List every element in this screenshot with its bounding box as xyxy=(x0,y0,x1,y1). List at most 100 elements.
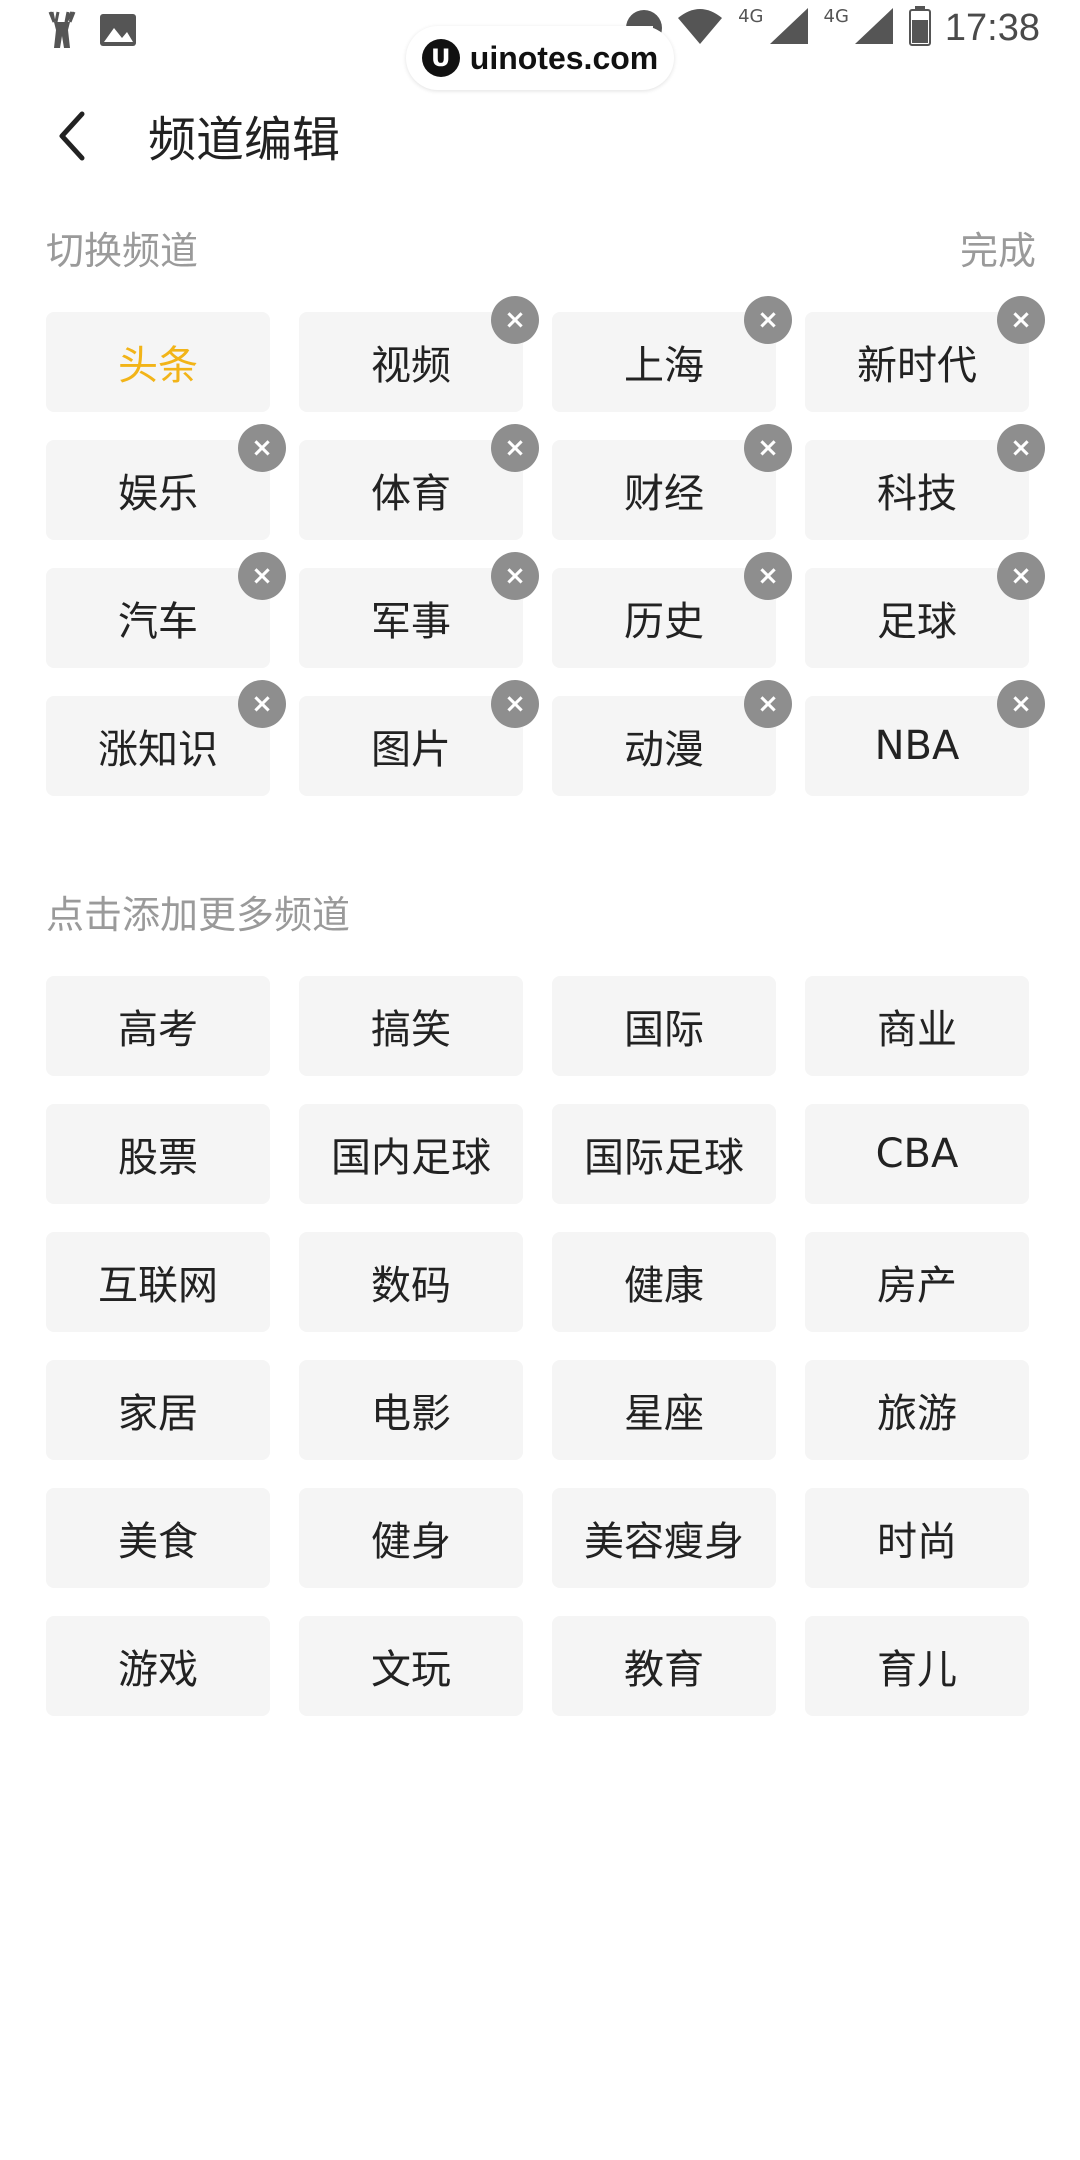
remove-channel-icon[interactable]: × xyxy=(997,296,1045,344)
channel-chip[interactable]: 足球 × xyxy=(805,552,1045,668)
remove-channel-icon[interactable]: × xyxy=(491,424,539,472)
channel-label: 家居 xyxy=(118,1391,198,1437)
channel-chip[interactable]: 美容瘦身 xyxy=(552,1488,776,1588)
channel-chip[interactable]: 军事 × xyxy=(299,552,539,668)
channel-label: 电影 xyxy=(371,1391,451,1437)
chevron-left-icon xyxy=(59,111,85,161)
remove-channel-icon[interactable]: × xyxy=(491,552,539,600)
remove-channel-icon[interactable]: × xyxy=(238,680,286,728)
channel-chip[interactable]: 体育 × xyxy=(299,424,539,540)
network-type-1: 4G xyxy=(738,5,764,27)
channel-chip[interactable]: 股票 xyxy=(46,1104,270,1204)
channel-label: 视频 xyxy=(371,343,451,389)
channel-label: 搞笑 xyxy=(371,1007,451,1053)
channel-chip[interactable]: 国际足球 xyxy=(552,1104,776,1204)
signal-icon-2 xyxy=(853,6,895,50)
channel-chip[interactable]: CBA xyxy=(805,1104,1029,1204)
back-button[interactable] xyxy=(44,96,104,176)
remove-channel-icon[interactable]: × xyxy=(744,552,792,600)
channel-chip[interactable]: 国际 xyxy=(552,976,776,1076)
remove-channel-icon[interactable]: × xyxy=(238,552,286,600)
page-title: 频道编辑 xyxy=(148,112,341,168)
channel-chip[interactable]: 图片 × xyxy=(299,680,539,796)
done-button[interactable]: 完成 xyxy=(960,226,1036,276)
channel-label: 新时代 xyxy=(857,343,977,389)
remove-channel-icon[interactable]: × xyxy=(238,424,286,472)
channel-chip[interactable]: 互联网 xyxy=(46,1232,270,1332)
remove-channel-icon[interactable]: × xyxy=(997,552,1045,600)
remove-channel-icon[interactable]: × xyxy=(997,424,1045,472)
channel-chip[interactable]: 星座 xyxy=(552,1360,776,1460)
channel-label: 军事 xyxy=(371,599,451,645)
channel-label: 教育 xyxy=(624,1647,704,1693)
status-bar: 4G 4G 17:38 U uinotes.com xyxy=(0,0,1080,90)
channel-label: CBA xyxy=(875,1131,959,1177)
channel-chip[interactable]: 汽车 × xyxy=(46,552,286,668)
channel-label: 美食 xyxy=(118,1519,198,1565)
watermark-text: uinotes.com xyxy=(469,39,659,76)
channel-chip[interactable]: 健康 xyxy=(552,1232,776,1332)
channel-label: 国际足球 xyxy=(584,1135,744,1181)
channel-chip[interactable]: 上海 × xyxy=(552,296,792,412)
channel-label: 游戏 xyxy=(118,1647,198,1693)
channel-chip[interactable]: 电影 xyxy=(299,1360,523,1460)
channel-chip[interactable]: 头条 xyxy=(46,312,270,412)
clock: 17:38 xyxy=(944,6,1040,49)
channel-chip[interactable]: 数码 xyxy=(299,1232,523,1332)
channel-chip[interactable]: 家居 xyxy=(46,1360,270,1460)
channel-label: 高考 xyxy=(118,1007,198,1053)
my-channels-label: 切换频道 xyxy=(46,229,199,273)
channel-label: 股票 xyxy=(118,1135,198,1181)
channel-chip[interactable]: 商业 xyxy=(805,976,1029,1076)
channel-chip[interactable]: 娱乐 × xyxy=(46,424,286,540)
channel-label: 房产 xyxy=(877,1263,957,1309)
channel-label: 文玩 xyxy=(371,1647,451,1693)
channel-chip[interactable]: 教育 xyxy=(552,1616,776,1716)
remove-channel-icon[interactable]: × xyxy=(744,680,792,728)
remove-channel-icon[interactable]: × xyxy=(744,296,792,344)
channel-label: 美容瘦身 xyxy=(584,1519,744,1565)
channel-label: 财经 xyxy=(624,471,704,517)
channel-chip[interactable]: 新时代 × xyxy=(805,296,1045,412)
channel-chip[interactable]: 美食 xyxy=(46,1488,270,1588)
my-channels-grid: 头条 视频 × 上海 × 新时代 × 娱乐 × 体育 × 财经 × 科技 × 汽车 × 军事 × 历史 × 足球 × 涨知识 ×… xyxy=(46,296,1045,796)
channel-chip[interactable]: 科技 × xyxy=(805,424,1045,540)
channel-label: 数码 xyxy=(371,1263,451,1309)
wifi-icon xyxy=(676,6,724,50)
channel-chip[interactable]: 文玩 xyxy=(299,1616,523,1716)
channel-chip[interactable]: 高考 xyxy=(46,976,270,1076)
channel-chip[interactable]: 旅游 xyxy=(805,1360,1029,1460)
channel-chip[interactable]: 财经 × xyxy=(552,424,792,540)
channel-label: 涨知识 xyxy=(98,727,218,773)
channel-chip[interactable]: 涨知识 × xyxy=(46,680,286,796)
remove-channel-icon[interactable]: × xyxy=(744,424,792,472)
channel-label: NBA xyxy=(874,723,960,769)
channel-edit-page: 4G 4G 17:38 U uinotes.com 频道编辑 切换频道 完成 头… xyxy=(0,0,1080,2160)
header: 频道编辑 xyxy=(0,80,1080,190)
channel-chip[interactable]: 视频 × xyxy=(299,296,539,412)
remove-channel-icon[interactable]: × xyxy=(491,296,539,344)
channel-chip[interactable]: 动漫 × xyxy=(552,680,792,796)
channel-chip[interactable]: 游戏 xyxy=(46,1616,270,1716)
deer-icon xyxy=(44,10,80,54)
remove-channel-icon[interactable]: × xyxy=(997,680,1045,728)
channel-chip[interactable]: 时尚 xyxy=(805,1488,1029,1588)
channel-label: 育儿 xyxy=(877,1647,957,1693)
channel-label: 历史 xyxy=(624,599,704,645)
channel-chip[interactable]: 搞笑 xyxy=(299,976,523,1076)
channel-label: 科技 xyxy=(877,471,957,517)
channel-chip[interactable]: 国内足球 xyxy=(299,1104,523,1204)
image-icon xyxy=(98,10,138,54)
channel-chip[interactable]: 房产 xyxy=(805,1232,1029,1332)
channel-chip[interactable]: 健身 xyxy=(299,1488,523,1588)
channel-chip[interactable]: 育儿 xyxy=(805,1616,1029,1716)
channel-label: 国际 xyxy=(624,1007,704,1053)
remove-channel-icon[interactable]: × xyxy=(491,680,539,728)
channel-label: 健康 xyxy=(624,1263,704,1309)
channel-chip[interactable]: NBA × xyxy=(805,680,1045,796)
channel-chip[interactable]: 历史 × xyxy=(552,552,792,668)
channel-label: 动漫 xyxy=(624,727,704,773)
channel-label: 体育 xyxy=(371,471,451,517)
channel-label: 旅游 xyxy=(877,1391,957,1437)
channel-label: 头条 xyxy=(118,343,198,389)
